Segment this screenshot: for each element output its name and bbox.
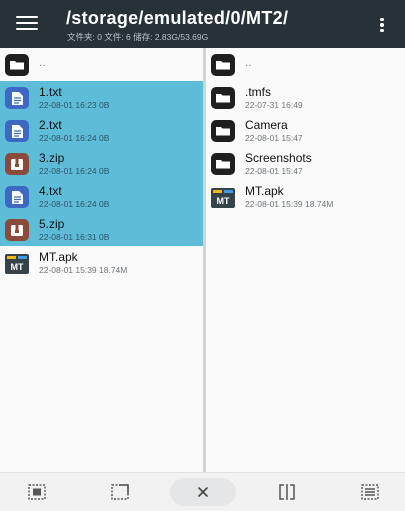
- apk-file-icon: MT: [211, 188, 235, 208]
- bottom-toolbar: [0, 472, 405, 511]
- folder-meta: 22-07-31 16:49: [245, 100, 303, 110]
- svg-text:MT: MT: [217, 196, 230, 206]
- file-row[interactable]: MT MT.apk 22-08-01 15:39 18.74M: [0, 246, 203, 279]
- hamburger-menu-icon[interactable]: [14, 12, 40, 34]
- folder-icon: [211, 54, 235, 76]
- file-name: 5.zip: [39, 217, 65, 231]
- file-row[interactable]: 4.txt 22-08-01 16:24 0B: [0, 180, 203, 213]
- zip-file-icon: [5, 219, 29, 241]
- file-row[interactable]: MT MT.apk 22-08-01 15:39 18.74M: [206, 180, 405, 213]
- parent-directory-label: ..: [39, 55, 46, 69]
- select-all-icon[interactable]: [25, 481, 49, 503]
- folder-row[interactable]: Screenshots 22-08-01 15:47: [206, 147, 405, 180]
- split-view-icon[interactable]: [275, 481, 299, 503]
- folder-name: .tmfs: [245, 85, 271, 99]
- folder-icon: [211, 120, 235, 142]
- apk-file-icon: MT: [5, 254, 29, 274]
- file-meta: 22-08-01 16:24 0B: [39, 133, 110, 143]
- zip-file-icon: [5, 153, 29, 175]
- file-meta: 22-08-01 16:23 0B: [39, 100, 110, 110]
- file-meta: 22-08-01 15:39 18.74M: [245, 199, 334, 209]
- text-file-icon: [5, 186, 29, 208]
- text-file-icon: [5, 87, 29, 109]
- current-path-title: /storage/emulated/0/MT2/: [66, 8, 289, 28]
- folder-row[interactable]: Camera 22-08-01 15:47: [206, 114, 405, 147]
- file-row[interactable]: 3.zip 22-08-01 16:24 0B: [0, 147, 203, 180]
- file-row[interactable]: 1.txt 22-08-01 16:23 0B: [0, 81, 203, 114]
- folder-row[interactable]: .tmfs 22-07-31 16:49: [206, 81, 405, 114]
- select-list-icon[interactable]: [358, 481, 382, 503]
- parent-directory-row[interactable]: ..: [0, 48, 203, 81]
- folder-name: Camera: [245, 118, 288, 132]
- close-icon: [198, 487, 208, 497]
- clear-selection-button[interactable]: [170, 478, 236, 506]
- more-vert-icon[interactable]: [372, 13, 392, 37]
- parent-directory-row[interactable]: ..: [206, 48, 405, 81]
- file-row[interactable]: 5.zip 22-08-01 16:31 0B: [0, 213, 203, 246]
- file-row[interactable]: 2.txt 22-08-01 16:24 0B: [0, 114, 203, 147]
- file-name: 1.txt: [39, 85, 62, 99]
- file-name: MT.apk: [245, 184, 284, 198]
- file-name: MT.apk: [39, 250, 78, 264]
- text-file-icon: [5, 120, 29, 142]
- file-name: 2.txt: [39, 118, 62, 132]
- right-file-pane[interactable]: .. .tmfs 22-07-31 16:49 Camera 22-08-01 …: [206, 48, 405, 472]
- mt-manager-app: /storage/emulated/0/MT2/ 文件夹: 0 文件: 6 储存…: [0, 0, 405, 511]
- folder-icon: [211, 153, 235, 175]
- svg-text:MT: MT: [11, 262, 24, 272]
- parent-directory-label: ..: [245, 55, 252, 69]
- file-meta: 22-08-01 15:39 18.74M: [39, 265, 128, 275]
- file-name: 3.zip: [39, 151, 65, 165]
- folder-icon: [5, 54, 29, 76]
- title-bar: /storage/emulated/0/MT2/ 文件夹: 0 文件: 6 储存…: [0, 0, 405, 48]
- left-file-pane[interactable]: .. 1.txt 22-08-01 16:23 0B 2.txt 22-08-0…: [0, 48, 203, 472]
- folder-meta: 22-08-01 15:47: [245, 133, 303, 143]
- file-meta: 22-08-01 16:31 0B: [39, 232, 110, 242]
- folder-icon: [211, 87, 235, 109]
- file-meta: 22-08-01 16:24 0B: [39, 199, 110, 209]
- file-name: 4.txt: [39, 184, 62, 198]
- folder-name: Screenshots: [245, 151, 312, 165]
- storage-info: 文件夹: 0 文件: 6 储存: 2.83G/53.69G: [67, 32, 209, 42]
- file-meta: 22-08-01 16:24 0B: [39, 166, 110, 176]
- folder-meta: 22-08-01 15:47: [245, 166, 303, 176]
- invert-selection-icon[interactable]: [108, 481, 132, 503]
